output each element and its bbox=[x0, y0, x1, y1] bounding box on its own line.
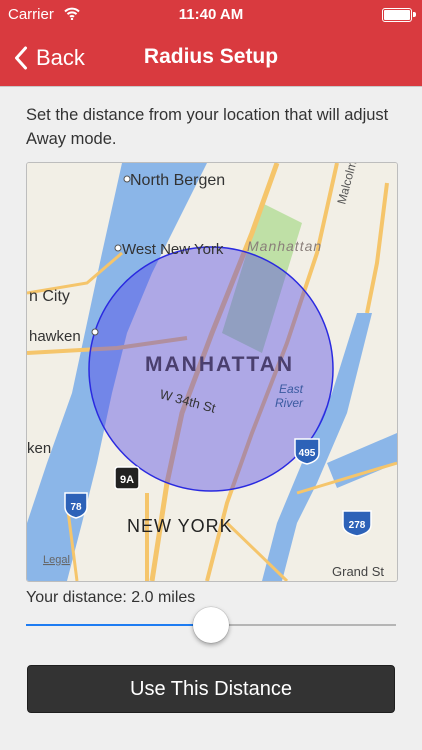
label-new-york: NEW YORK bbox=[127, 516, 233, 536]
slider-fill bbox=[26, 624, 211, 626]
use-this-distance-button[interactable]: Use This Distance bbox=[27, 665, 395, 713]
label-manhattan: MANHATTAN bbox=[145, 353, 294, 376]
shield-i495-label: 495 bbox=[299, 448, 316, 459]
label-east: East bbox=[279, 382, 304, 396]
label-manhattan-small: Manhattan bbox=[247, 238, 322, 254]
status-bar: Carrier 11:40 AM bbox=[0, 0, 422, 30]
label-grand-st: Grand St bbox=[332, 564, 384, 579]
navigation-bar: Back Radius Setup bbox=[0, 30, 422, 86]
distance-slider[interactable] bbox=[26, 603, 396, 647]
map-view[interactable]: North Bergen West New York Manhattan Mal… bbox=[26, 162, 398, 582]
shield-i78-icon: 78 bbox=[64, 492, 88, 519]
legal-link[interactable]: Legal bbox=[43, 554, 70, 566]
battery-icon bbox=[382, 8, 412, 22]
slider-thumb[interactable] bbox=[193, 607, 229, 643]
shield-9a-label: 9A bbox=[120, 474, 134, 486]
instructions-text: Set the distance from your location that… bbox=[26, 106, 389, 148]
label-jersey: ken bbox=[27, 440, 51, 457]
label-north-bergen: North Bergen bbox=[130, 172, 225, 189]
status-time: 11:40 AM bbox=[178, 6, 244, 23]
label-union-city: n City bbox=[29, 288, 70, 305]
battery-tip bbox=[413, 12, 416, 17]
shield-i78-label: 78 bbox=[70, 502, 82, 513]
shield-i278-icon: 278 bbox=[342, 510, 372, 537]
page-title: Radius Setup bbox=[143, 45, 279, 68]
label-west-new-york: West New York bbox=[122, 241, 224, 258]
shield-9a-icon: 9A bbox=[114, 466, 140, 490]
nav-divider bbox=[0, 86, 422, 87]
label-weehawken: hawken bbox=[29, 328, 81, 345]
shield-i495-icon: 495 bbox=[294, 438, 320, 465]
shield-i278-label: 278 bbox=[349, 520, 366, 531]
label-river: River bbox=[275, 396, 304, 410]
